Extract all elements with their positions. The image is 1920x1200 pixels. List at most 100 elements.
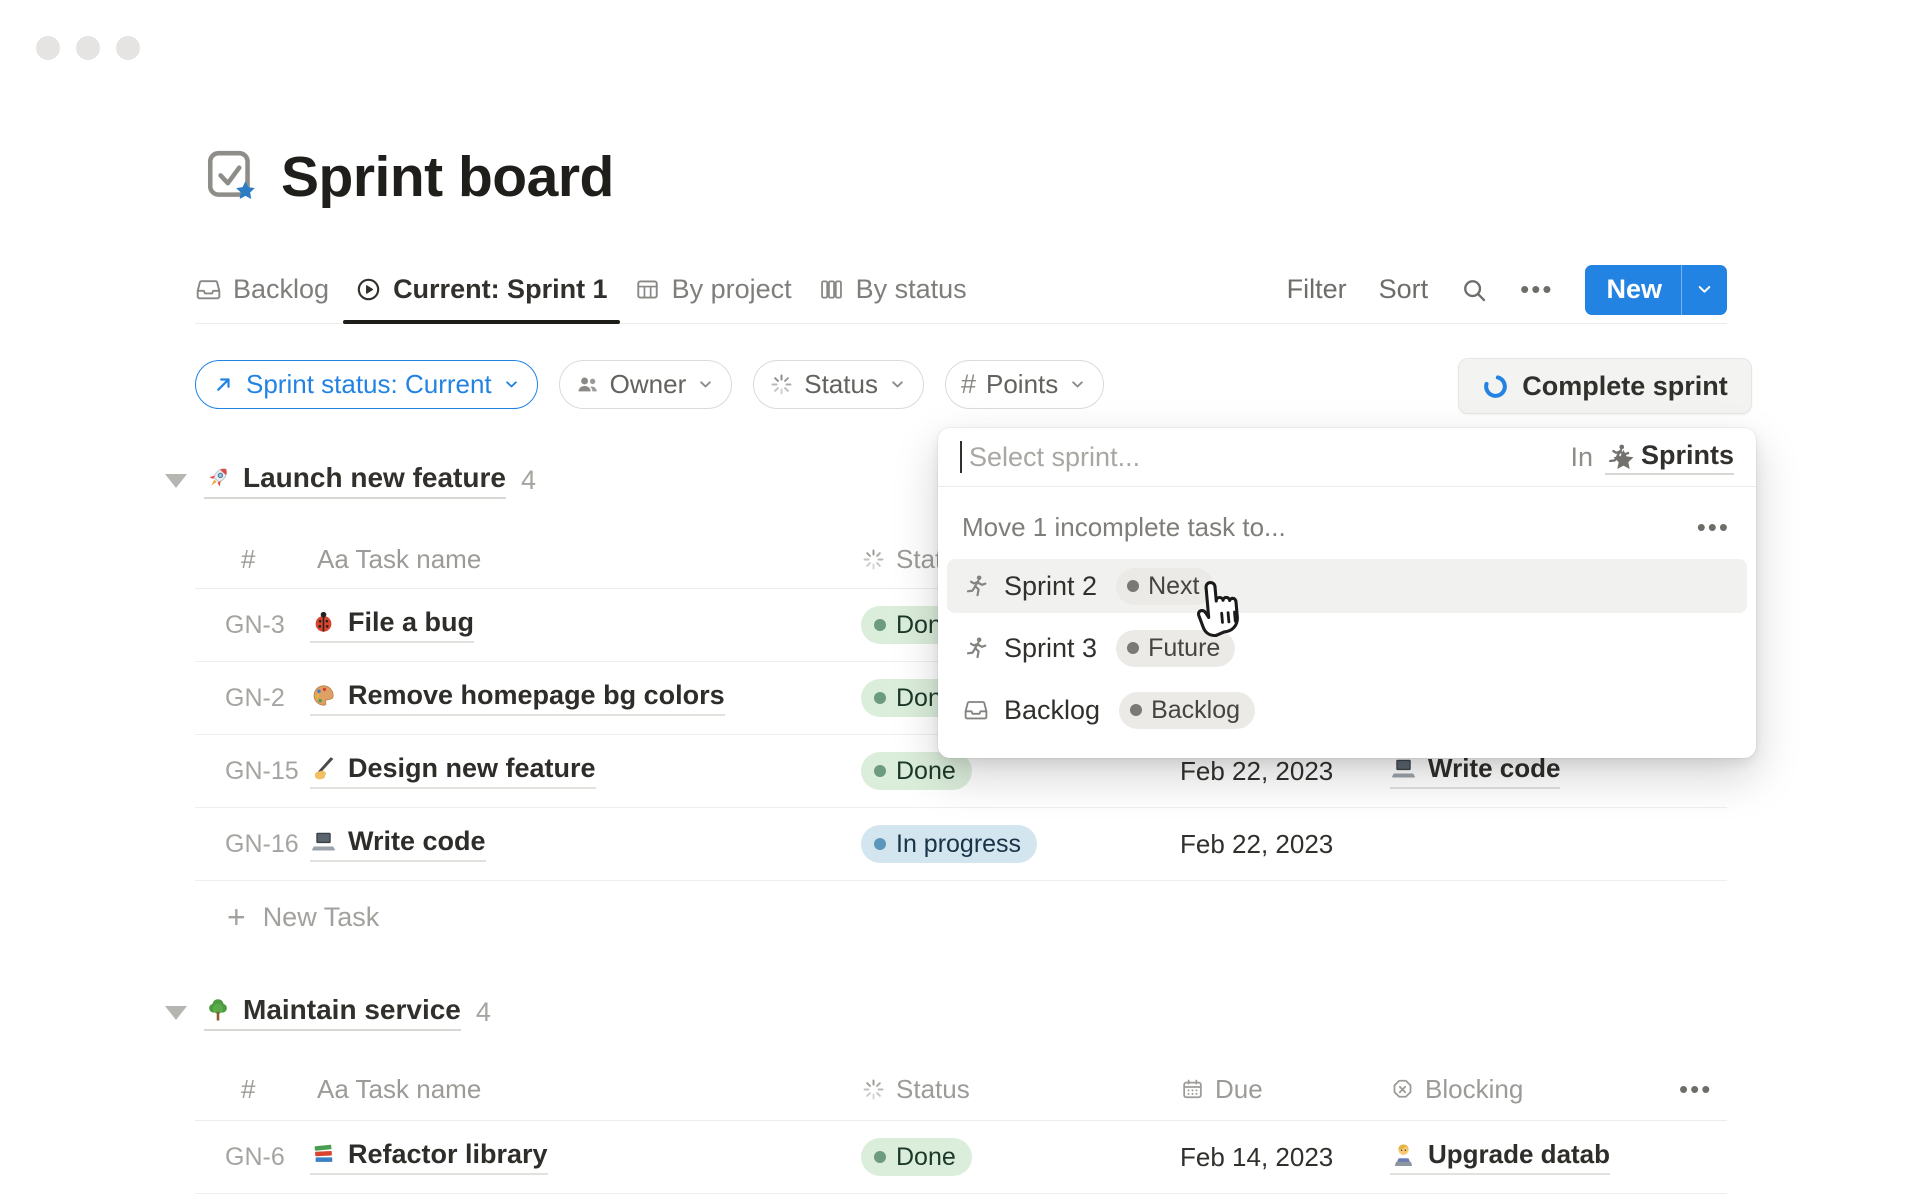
group-title-link[interactable]: Launch new feature bbox=[204, 462, 506, 499]
tab-current-sprint[interactable]: Current: Sprint 1 bbox=[355, 256, 608, 323]
laptop-emoji-icon bbox=[1390, 755, 1417, 782]
popup-item-backlog[interactable]: Backlog Backlog bbox=[947, 683, 1747, 737]
popup-section-row: Move 1 incomplete task to... ••• bbox=[938, 487, 1756, 555]
search-icon bbox=[1460, 276, 1488, 304]
popup-item-label: Sprint 3 bbox=[1004, 633, 1097, 664]
rocket-emoji-icon bbox=[204, 464, 232, 492]
popup-more-button[interactable]: ••• bbox=[1697, 512, 1730, 543]
column-header-status[interactable]: Status bbox=[861, 1058, 970, 1120]
task-name-link[interactable]: Write code bbox=[310, 826, 486, 862]
chip-sprint-status[interactable]: Sprint status: Current bbox=[195, 360, 538, 409]
sprint-search-input[interactable] bbox=[967, 441, 1570, 474]
text-caret bbox=[960, 441, 962, 473]
writing-hand-emoji-icon bbox=[310, 755, 337, 782]
complete-sprint-button[interactable]: Complete sprint bbox=[1458, 358, 1752, 414]
more-options-button[interactable]: ••• bbox=[1520, 274, 1553, 305]
tab-label: Backlog bbox=[233, 274, 329, 305]
view-tabbar: Backlog Current: Sprint 1 By project By … bbox=[195, 256, 1727, 324]
task-id: GN-2 bbox=[225, 662, 285, 734]
people-icon bbox=[575, 372, 600, 397]
in-scope-control[interactable]: In Sprints bbox=[1570, 440, 1734, 475]
view-actions: Filter Sort ••• New bbox=[1287, 265, 1727, 315]
tab-by-project[interactable]: By project bbox=[634, 256, 792, 323]
task-name-link[interactable]: Remove homepage bg colors bbox=[310, 680, 725, 716]
column-header-label: Blocking bbox=[1425, 1074, 1523, 1105]
tab-backlog[interactable]: Backlog bbox=[195, 256, 329, 323]
technologist-emoji-icon bbox=[1390, 1141, 1417, 1168]
status-badge[interactable]: In progress bbox=[861, 825, 1037, 863]
table-more-button[interactable]: ••• bbox=[1679, 1058, 1712, 1120]
window-minimize-button[interactable] bbox=[76, 36, 100, 60]
column-header-due[interactable]: Due bbox=[1180, 1058, 1263, 1120]
triangle-down-icon[interactable] bbox=[165, 1006, 187, 1020]
popup-item-list: Sprint 2 Next Sprint 3 Future Backlog bbox=[938, 555, 1756, 737]
popup-item-label: Backlog bbox=[1004, 695, 1100, 726]
popup-item-sprint-3[interactable]: Sprint 3 Future bbox=[947, 621, 1747, 675]
badge-dot bbox=[1127, 580, 1139, 592]
new-button-group: New bbox=[1585, 265, 1727, 315]
new-task-button[interactable]: + New Task bbox=[195, 881, 1727, 953]
chip-label: Points bbox=[986, 369, 1058, 400]
runner-icon bbox=[963, 635, 989, 661]
popup-item-label: Sprint 2 bbox=[1004, 571, 1097, 602]
tab-label: Current: Sprint 1 bbox=[393, 274, 608, 305]
group-title-text: Launch new feature bbox=[243, 462, 506, 494]
task-name-link[interactable]: File a bug bbox=[310, 607, 474, 643]
popup-section-label: Move 1 incomplete task to... bbox=[962, 512, 1286, 543]
filter-button[interactable]: Filter bbox=[1287, 274, 1347, 305]
column-header-id[interactable]: # bbox=[241, 530, 255, 588]
tab-by-status[interactable]: By status bbox=[818, 256, 967, 323]
task-name-link[interactable]: Refactor library bbox=[310, 1139, 548, 1175]
new-dropdown-button[interactable] bbox=[1682, 265, 1727, 315]
table-header-row: # Aa Task name Status Due Blocking ••• bbox=[195, 1058, 1727, 1121]
blocking-link[interactable]: Write code bbox=[1390, 753, 1560, 789]
chip-points[interactable]: # Points bbox=[945, 360, 1104, 409]
group-header-maintain-service: Maintain service 4 bbox=[165, 994, 491, 1031]
column-header-name[interactable]: Aa Task name bbox=[317, 1058, 481, 1120]
column-header-label: Due bbox=[1215, 1074, 1263, 1105]
task-name-link[interactable]: Design new feature bbox=[310, 753, 596, 789]
task-id: GN-16 bbox=[225, 808, 299, 880]
window-zoom-button[interactable] bbox=[116, 36, 140, 60]
search-button[interactable] bbox=[1460, 276, 1488, 304]
popup-item-sprint-2[interactable]: Sprint 2 Next bbox=[947, 559, 1747, 613]
sprints-database-link[interactable]: Sprints bbox=[1605, 440, 1734, 475]
due-date[interactable]: Feb 22, 2023 bbox=[1180, 808, 1333, 880]
badge-label: Backlog bbox=[1151, 696, 1240, 725]
calendar-icon bbox=[1180, 1077, 1205, 1102]
chip-status[interactable]: Status bbox=[753, 360, 924, 409]
task-name: File a bug bbox=[348, 607, 474, 638]
sprint-status-badge: Backlog bbox=[1119, 692, 1255, 729]
chevron-down-icon bbox=[1694, 279, 1715, 300]
plus-icon: + bbox=[227, 901, 246, 933]
column-header-id[interactable]: # bbox=[241, 1058, 255, 1120]
column-header-blocking[interactable]: Blocking bbox=[1390, 1058, 1523, 1120]
status-label: In progress bbox=[896, 830, 1021, 859]
table-row[interactable]: GN-16 Write code In progress Feb 22, 202… bbox=[195, 808, 1727, 881]
status-dot bbox=[874, 1151, 886, 1163]
spinner-status-icon bbox=[861, 547, 886, 572]
column-header-name[interactable]: Aa Task name bbox=[317, 530, 481, 588]
blocking-label: Upgrade datab bbox=[1428, 1139, 1610, 1170]
in-label: In bbox=[1570, 442, 1593, 473]
chevron-down-icon bbox=[888, 375, 907, 394]
task-id: GN-6 bbox=[225, 1121, 285, 1193]
group-title-link[interactable]: Maintain service bbox=[204, 994, 461, 1031]
badge-dot bbox=[1130, 704, 1142, 716]
spinner-status-icon bbox=[861, 1077, 886, 1102]
table-row[interactable]: GN-6 Refactor library Done Feb 14, 2023 … bbox=[195, 1121, 1727, 1194]
new-button[interactable]: New bbox=[1585, 274, 1681, 305]
chip-label: Owner bbox=[610, 369, 687, 400]
status-label: Done bbox=[896, 1143, 956, 1172]
block-icon bbox=[1390, 1077, 1415, 1102]
sprint-search-row: In Sprints bbox=[938, 428, 1756, 487]
new-task-label: New Task bbox=[263, 902, 380, 933]
triangle-down-icon[interactable] bbox=[165, 474, 187, 488]
due-date[interactable]: Feb 14, 2023 bbox=[1180, 1121, 1333, 1193]
window-close-button[interactable] bbox=[36, 36, 60, 60]
blocking-link[interactable]: Upgrade datab bbox=[1390, 1139, 1610, 1175]
status-badge[interactable]: Done bbox=[861, 1138, 972, 1176]
sort-button[interactable]: Sort bbox=[1379, 274, 1429, 305]
tab-label: By project bbox=[672, 274, 792, 305]
chip-owner[interactable]: Owner bbox=[559, 360, 733, 409]
